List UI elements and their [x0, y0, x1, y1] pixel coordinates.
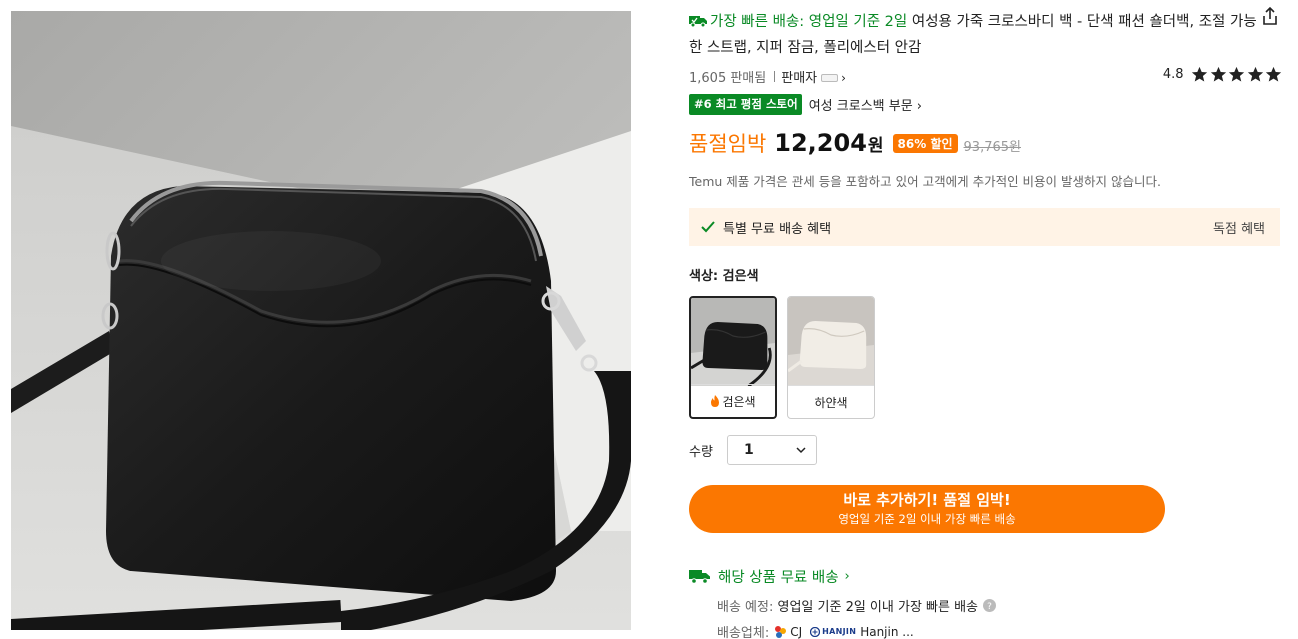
- fire-icon: [711, 395, 720, 407]
- svg-text:?: ?: [987, 602, 992, 612]
- low-stock-label: 품절임박: [689, 132, 767, 156]
- rank-category: 여성 크로스백 부문 ›: [808, 98, 922, 114]
- star-icon: [1191, 66, 1208, 82]
- carrier-label: 배송업체:: [717, 626, 770, 639]
- delivery-eta-row: 배송 예정: 영업일 기준 2일 이내 가장 빠른 배송 ?: [717, 596, 997, 615]
- selected-color: 검은색: [722, 269, 759, 284]
- store-rank-row[interactable]: #6 최고 평점 스토어 여성 크로스백 부문 ›: [689, 93, 922, 115]
- seller-label: 판매자: [781, 70, 818, 86]
- color-option-white-text: 하얀색: [814, 395, 848, 410]
- color-option-black[interactable]: 검은색: [689, 296, 777, 419]
- color-option-label: 하얀색: [788, 385, 874, 418]
- original-price: 93,765원: [963, 140, 1021, 155]
- sold-count: 1,605 판매됨: [689, 70, 767, 86]
- help-icon[interactable]: ?: [983, 599, 997, 612]
- free-shipping-heading[interactable]: 해당 상품 무료 배송 ›: [689, 565, 850, 587]
- rating[interactable]: 4.8: [1163, 66, 1282, 83]
- current-price: 12,204: [774, 129, 867, 157]
- star-icon: [1228, 66, 1245, 82]
- color-option-label: 검은색: [691, 384, 775, 417]
- carrier-cj: CJ HANJIN Hanjin ...: [773, 624, 914, 639]
- hanjin-logo-icon: [810, 626, 821, 637]
- chevron-right-icon: ›: [844, 568, 850, 584]
- white-bag-thumbnail: [788, 297, 874, 385]
- product-title: 가장 빠른 배송: 영업일 기준 2일 여성용 가죽 크로스바디 백 - 단색 …: [689, 9, 1257, 61]
- seller-logo-icon: [821, 73, 839, 82]
- quantity-select[interactable]: 1: [727, 435, 817, 465]
- star-icon: [1247, 66, 1263, 82]
- exclusive-benefit: 독점 혜택: [1213, 221, 1265, 237]
- delivery-eta-value: 영업일 기준 2일 이내 가장 빠른 배송: [777, 600, 979, 615]
- discount-badge: 86% 할인: [892, 134, 958, 153]
- product-info-panel: 가장 빠른 배송: 영업일 기준 2일 여성용 가죽 크로스바디 백 - 단색 …: [689, 0, 1282, 639]
- fast-shipping-tag: 가장 빠른 배송: 영업일 기준 2일: [689, 14, 912, 30]
- benefit-left: 특별 무료 배송 혜택: [701, 218, 831, 237]
- check-icon: [701, 221, 715, 233]
- quantity-value: 1: [744, 442, 754, 458]
- add-to-cart-sublabel: 영업일 기준 2일 이내 가장 빠른 배송: [838, 512, 1016, 526]
- chevron-down-icon: [796, 446, 806, 453]
- chevron-right-icon: ›: [841, 70, 846, 85]
- price-currency: 원: [867, 136, 884, 156]
- truck-icon: [689, 570, 710, 584]
- carrier-cj-text: CJ: [790, 624, 803, 639]
- color-label: 색상: 검은색: [689, 265, 759, 284]
- add-to-cart-label: 바로 추가하기! 품절 임박!: [843, 491, 1011, 509]
- free-shipping-heading-text: 해당 상품 무료 배송: [718, 569, 839, 586]
- hanjin-logo-text: HANJIN: [822, 627, 857, 636]
- seller-link[interactable]: 판매자 ›: [781, 67, 846, 86]
- color-option-white[interactable]: 하얀색: [787, 296, 875, 419]
- divider: [774, 70, 776, 82]
- carrier-hanjin-text: Hanjin ...: [860, 624, 914, 639]
- add-to-cart-button[interactable]: 바로 추가하기! 품절 임박! 영업일 기준 2일 이내 가장 빠른 배송: [689, 485, 1165, 533]
- product-main-image[interactable]: [11, 11, 631, 630]
- color-label-text: 색상:: [689, 269, 719, 284]
- free-shipping-benefit: 특별 무료 배송 혜택: [723, 221, 832, 237]
- rating-value: 4.8: [1162, 67, 1184, 82]
- star-icon: [1265, 66, 1282, 82]
- cj-logo-icon: [775, 625, 787, 638]
- color-option-black-text: 검은색: [722, 394, 756, 409]
- price-row: 품절임박 12,204 원 86% 할인 93,765원: [689, 128, 1021, 166]
- tax-note: Temu 제품 가격은 관세 등을 포함하고 있어 고객에게 추가적인 비용이 …: [689, 174, 1161, 189]
- quantity-label: 수량: [689, 445, 713, 460]
- fast-shipping-text: 가장 빠른 배송: 영업일 기준 2일: [710, 14, 908, 30]
- product-meta-row: 1,605 판매됨 판매자 › 4.8: [689, 66, 1282, 86]
- black-bag-thumbnail: [691, 298, 775, 386]
- truck-icon: [689, 16, 707, 28]
- star-icon: [1210, 66, 1226, 82]
- rank-badge: #6 최고 평점 스토어: [689, 93, 802, 115]
- carrier-row: 배송업체: CJ HANJIN Hanjin ...: [717, 622, 914, 639]
- share-icon[interactable]: [1261, 6, 1279, 26]
- benefit-bar[interactable]: 특별 무료 배송 혜택 독점 혜택: [689, 208, 1280, 246]
- delivery-eta-label: 배송 예정:: [717, 600, 774, 615]
